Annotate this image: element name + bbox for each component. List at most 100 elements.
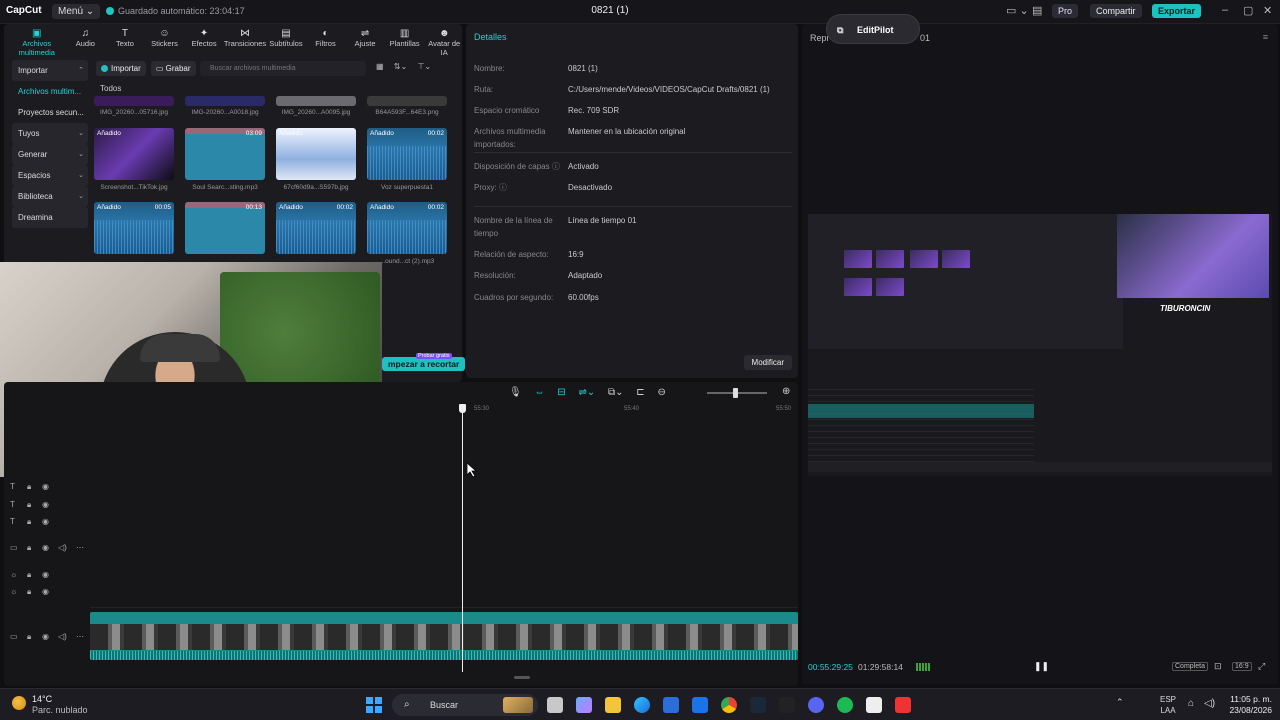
- media-thumbnail[interactable]: 03:09: [185, 128, 265, 180]
- export-button[interactable]: Exportar: [1152, 4, 1202, 18]
- shortcut-icon[interactable]: ▤: [1032, 4, 1042, 17]
- media-thumbnail[interactable]: Añadido: [276, 128, 356, 180]
- clock[interactable]: 11:05 p. m. 23/08/2026: [1226, 694, 1272, 716]
- capcut-icon[interactable]: [866, 697, 882, 713]
- eye-icon[interactable]: ◉: [42, 482, 49, 491]
- media-thumbnail[interactable]: Añadido 00:02: [367, 128, 447, 180]
- tab-2[interactable]: T Texto: [105, 24, 145, 52]
- editpilot-button[interactable]: ⧉ EditPilot: [826, 14, 920, 44]
- sidebar-item-1[interactable]: Archivos multim...: [12, 81, 88, 102]
- filter-icon[interactable]: ⊤⌄: [417, 62, 431, 71]
- spotify-icon[interactable]: [837, 697, 853, 713]
- search-highlight-icon[interactable]: [503, 697, 533, 713]
- eye-icon[interactable]: ◉: [42, 517, 49, 526]
- maximize-icon[interactable]: ▢: [1243, 4, 1253, 17]
- lock-icon[interactable]: 🔒︎: [27, 517, 31, 527]
- tab-3[interactable]: ☺ Stickers: [145, 24, 185, 52]
- zoom-out-icon[interactable]: ⊖: [657, 387, 665, 398]
- audio-icon[interactable]: ◁): [58, 632, 67, 641]
- lock-icon[interactable]: 🔒︎: [27, 543, 31, 553]
- sidebar-item-5[interactable]: Espacios ⌄: [12, 165, 88, 186]
- lock-icon[interactable]: 🔒︎: [27, 570, 31, 580]
- tab-0[interactable]: ▣ Archivos multimedia: [8, 24, 66, 57]
- tab-6[interactable]: ▤ Subtítulos: [266, 24, 306, 52]
- zoom-in-icon[interactable]: ⊕: [782, 386, 790, 397]
- modify-button[interactable]: Modificar: [743, 355, 792, 370]
- grid-view-icon[interactable]: ▦: [376, 62, 384, 71]
- lock-icon[interactable]: 🔒︎: [27, 632, 31, 642]
- app-icon[interactable]: [895, 697, 911, 713]
- media-thumbnail[interactable]: [94, 96, 174, 106]
- sidebar-item-2[interactable]: Proyectos secun...: [12, 102, 88, 123]
- more-icon[interactable]: ⋯: [76, 632, 84, 641]
- media-thumbnail[interactable]: Añadido: [94, 128, 174, 180]
- tab-9[interactable]: ▥ Plantillas: [385, 24, 425, 52]
- more-icon[interactable]: ⋯: [76, 543, 84, 552]
- aspect-ratio-button[interactable]: 16:9: [1232, 662, 1252, 671]
- system-tray[interactable]: ⌃: [1116, 697, 1124, 708]
- eye-icon[interactable]: ◉: [42, 632, 49, 641]
- track-header[interactable]: T 🔒︎ ◉: [4, 517, 90, 531]
- start-icon[interactable]: [366, 697, 382, 713]
- sidebar-item-7[interactable]: Dreamina: [12, 207, 88, 228]
- playhead-handle[interactable]: [459, 404, 466, 413]
- pro-button[interactable]: Pro: [1052, 4, 1079, 18]
- media-filter-all[interactable]: Todos: [100, 84, 121, 93]
- media-thumbnail[interactable]: [185, 96, 265, 106]
- tab-5[interactable]: ⋈ Transiciones: [224, 24, 266, 52]
- playhead[interactable]: [462, 404, 463, 672]
- video-preview[interactable]: TIBURONCIN: [808, 214, 1272, 476]
- volume-icon[interactable]: ◁): [1204, 698, 1215, 709]
- outlook-icon[interactable]: [692, 697, 708, 713]
- chrome-icon[interactable]: [721, 697, 737, 713]
- track-header[interactable]: ▭ 🔒︎ ◉ ◁) ⋯: [4, 543, 90, 557]
- eye-icon[interactable]: ◉: [42, 543, 49, 552]
- tab-8[interactable]: ⇌ Ajuste: [345, 24, 385, 52]
- close-icon[interactable]: ✕: [1263, 4, 1272, 17]
- track-header[interactable]: ☼ 🔒︎ ◉: [4, 587, 90, 601]
- track-header[interactable]: ☼ 🔒︎ ◉: [4, 570, 90, 584]
- media-thumbnail[interactable]: Añadido 00:02: [367, 202, 447, 254]
- media-thumbnail[interactable]: Añadido 00:02: [276, 202, 356, 254]
- timeline-ruler[interactable]: 55:30 55:40 55:50: [4, 406, 798, 416]
- menu-button[interactable]: Menú ⌄: [52, 4, 101, 19]
- link-icon[interactable]: ⇔: [534, 387, 544, 398]
- eye-icon[interactable]: ◉: [42, 570, 49, 579]
- record-button[interactable]: ▭ Grabar: [150, 61, 196, 76]
- layout-icon[interactable]: ▭ ⌄: [1006, 4, 1029, 17]
- player-menu-icon[interactable]: ≡: [1263, 32, 1268, 42]
- lock-icon[interactable]: 🔒︎: [27, 482, 31, 492]
- share-button[interactable]: Compartir: [1090, 4, 1142, 18]
- file-explorer-icon[interactable]: [605, 697, 621, 713]
- tab-4[interactable]: ✦ Efectos: [184, 24, 224, 52]
- audio-icon[interactable]: ◁): [58, 543, 67, 552]
- media-thumbnail[interactable]: 00:13: [185, 202, 265, 254]
- fullscreen-mode-button[interactable]: Completa: [1172, 662, 1208, 671]
- magnet-icon[interactable]: ⊟: [557, 387, 565, 398]
- steam-icon[interactable]: [750, 697, 766, 713]
- lock-icon[interactable]: 🔒︎: [27, 500, 31, 510]
- store-icon[interactable]: [663, 697, 679, 713]
- lock-icon[interactable]: 🔒︎: [27, 587, 31, 597]
- view-options[interactable]: ▦ ⇅⌄ ⊤⌄: [376, 62, 431, 71]
- media-thumbnail[interactable]: [276, 96, 356, 106]
- caption-icon[interactable]: ⊏: [636, 387, 644, 398]
- capcut-alt-icon[interactable]: [779, 697, 795, 713]
- track-header[interactable]: T 🔒︎ ◉: [4, 500, 90, 514]
- eye-icon[interactable]: ◉: [42, 500, 49, 509]
- discord-icon[interactable]: [808, 697, 824, 713]
- sort-icon[interactable]: ⇅⌄: [394, 62, 407, 71]
- main-video-clip[interactable]: [90, 612, 798, 660]
- media-thumbnail[interactable]: [367, 96, 447, 106]
- pause-icon[interactable]: ❚❚: [1034, 661, 1049, 672]
- sidebar-item-0[interactable]: Importar ⌃: [12, 60, 88, 81]
- eye-icon[interactable]: ◉: [42, 587, 49, 596]
- preview-axis-icon[interactable]: ⧉⌄: [608, 387, 624, 398]
- tab-7[interactable]: ◐ Filtros: [306, 24, 346, 52]
- track-header[interactable]: T 🔒︎ ◉: [4, 482, 90, 496]
- snapshot-icon[interactable]: ⊡: [1214, 661, 1222, 672]
- import-button[interactable]: Importar: [96, 61, 146, 76]
- chevron-up-icon[interactable]: ⌃: [1116, 697, 1124, 707]
- media-search-input[interactable]: Buscar archivos multimedia: [200, 61, 366, 76]
- zoom-slider-handle[interactable]: [733, 388, 738, 398]
